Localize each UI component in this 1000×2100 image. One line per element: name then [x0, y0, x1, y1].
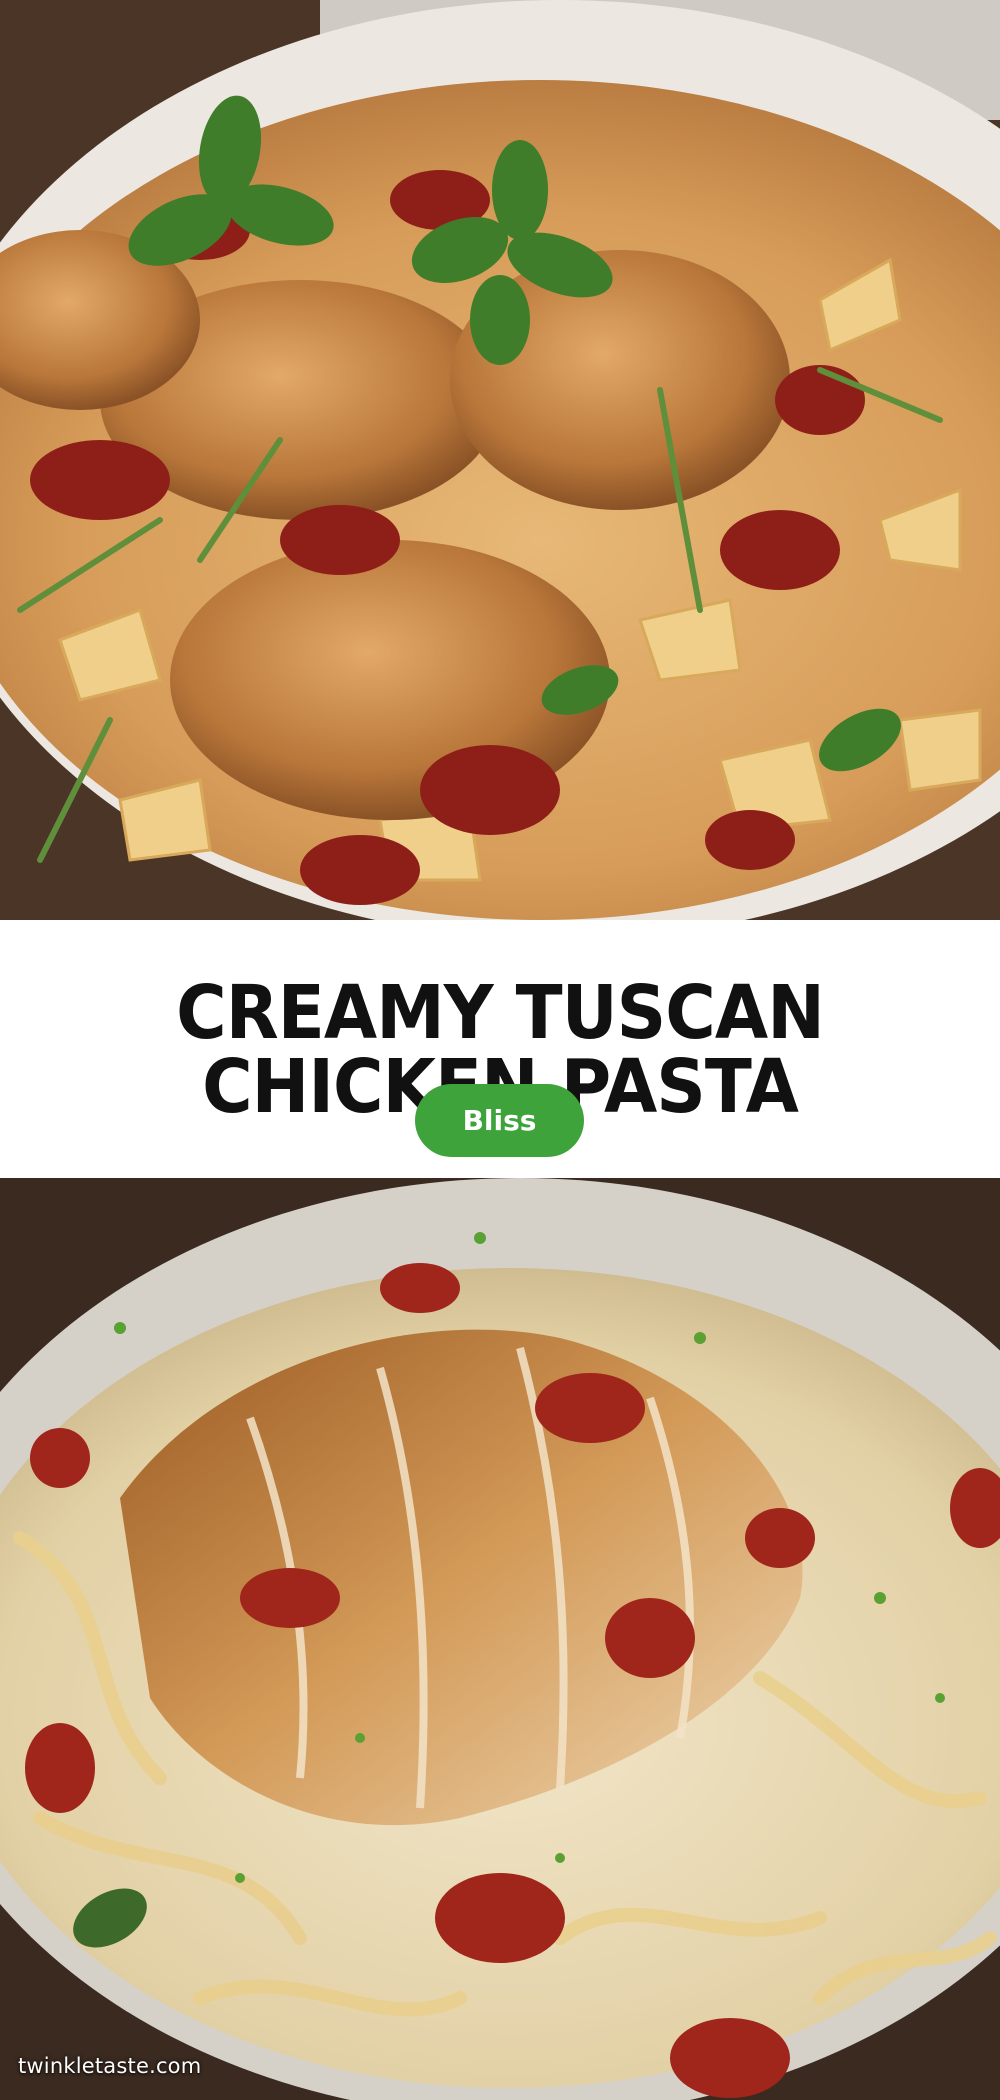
bowtie-pasta-illustration [0, 0, 1000, 920]
fettuccine-alfredo-illustration [0, 1178, 1000, 2100]
title-banner: CREAMY TUSCAN CHICKEN PASTA Bliss [0, 920, 1000, 1178]
bliss-badge[interactable]: Bliss [415, 1084, 584, 1157]
bottom-food-photo [0, 1178, 1000, 2100]
top-food-photo [0, 0, 1000, 920]
site-watermark: twinkletaste.com [18, 2054, 202, 2078]
recipe-pin: CREAMY TUSCAN CHICKEN PASTA Bliss twinkl… [0, 0, 1000, 2100]
